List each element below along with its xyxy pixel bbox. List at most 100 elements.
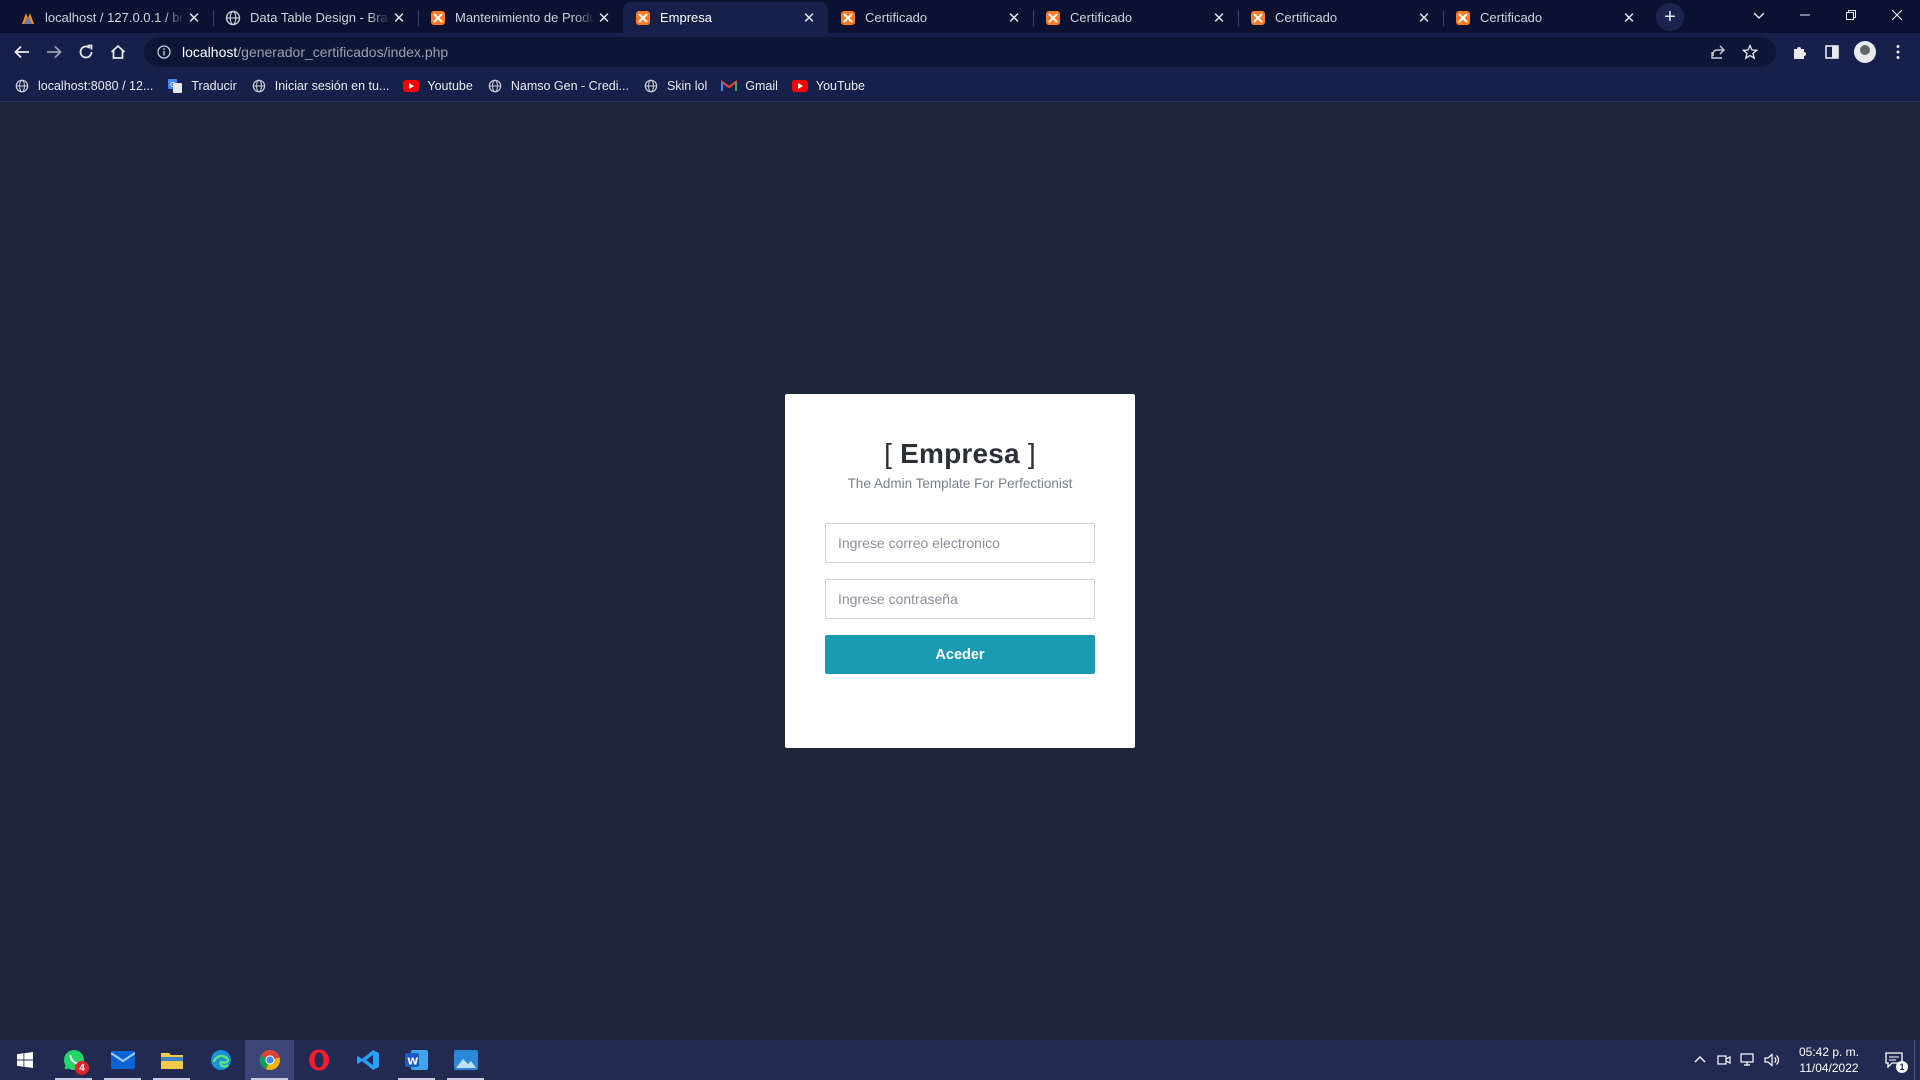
globe-icon: [643, 78, 659, 94]
xampp-icon: [1250, 10, 1266, 26]
minimize-button[interactable]: [1782, 0, 1828, 30]
bookmark-youtube[interactable]: Youtube: [401, 73, 480, 99]
xampp-icon: [430, 10, 446, 26]
taskbar-edge[interactable]: [196, 1040, 245, 1080]
page-content: [ Empresa ] The Admin Template For Perfe…: [0, 102, 1920, 1040]
close-icon[interactable]: ✕: [185, 9, 203, 27]
tab-title: Certificado: [865, 10, 928, 25]
brand-bracket-open: [: [884, 438, 893, 469]
start-button[interactable]: [0, 1040, 49, 1080]
bookmark-label: Iniciar sesión en tu...: [274, 79, 390, 93]
tab-certificado[interactable]: Certificado ✕: [828, 2, 1033, 33]
clock-date: 11/04/2022: [1799, 1061, 1859, 1075]
tray-volume-button[interactable]: [1760, 1040, 1784, 1080]
tray-network-button[interactable]: [1736, 1040, 1760, 1080]
bookmark-star-button[interactable]: [1734, 36, 1766, 68]
share-button[interactable]: [1702, 36, 1734, 68]
bookmark-label: Gmail: [745, 79, 778, 93]
xampp-icon: [1045, 10, 1061, 26]
taskbar-whatsapp[interactable]: 4: [49, 1040, 98, 1080]
reload-icon: [79, 44, 93, 59]
tray-clock[interactable]: 05:42 p. m. 11/04/2022: [1790, 1044, 1868, 1076]
taskbar-mail[interactable]: [98, 1040, 147, 1080]
bookmark-iniciar-sesion[interactable]: Iniciar sesión en tu...: [249, 73, 398, 99]
tab-strip: localhost / 127.0.0.1 / bray ✕ Data Tabl…: [0, 0, 1920, 33]
address-bar[interactable]: localhost/generador_certificados/index.p…: [144, 37, 1776, 67]
brand-title: [ Empresa ]: [825, 438, 1095, 470]
profile-avatar[interactable]: [1854, 41, 1876, 63]
new-tab-button[interactable]: +: [1656, 3, 1684, 31]
taskbar-photos[interactable]: [441, 1040, 490, 1080]
back-button[interactable]: [6, 36, 38, 68]
show-desktop-button[interactable]: [1914, 1040, 1920, 1080]
xampp-icon: [1455, 10, 1471, 26]
tab-phpmyadmin[interactable]: localhost / 127.0.0.1 / bray ✕: [8, 2, 213, 33]
folder-icon: [160, 1053, 183, 1069]
login-card: [ Empresa ] The Admin Template For Perfe…: [785, 394, 1135, 748]
password-input[interactable]: [825, 579, 1095, 619]
xampp-icon: [635, 10, 651, 26]
close-window-button[interactable]: [1874, 0, 1920, 30]
close-icon[interactable]: ✕: [1620, 9, 1638, 27]
translate-icon: G: [167, 78, 183, 94]
bookmark-namso-gen[interactable]: Namso Gen - Credi...: [485, 73, 637, 99]
close-icon[interactable]: ✕: [595, 9, 613, 27]
tab-title: Certificado: [1480, 10, 1543, 25]
opera-icon: [308, 1049, 329, 1071]
info-icon[interactable]: [154, 42, 174, 62]
taskbar-vscode[interactable]: [343, 1040, 392, 1080]
bookmark-traducir[interactable]: G Traducir: [165, 73, 244, 99]
globe-icon: [14, 78, 30, 94]
url-path: /generador_certificados/index.php: [237, 44, 449, 60]
close-icon[interactable]: ✕: [800, 9, 818, 27]
chevron-down-icon: [1753, 12, 1765, 19]
close-icon[interactable]: ✕: [1005, 9, 1023, 27]
system-tray: 05:42 p. m. 11/04/2022 1: [1688, 1040, 1920, 1080]
bookmark-label: Traducir: [191, 79, 237, 93]
extensions-button[interactable]: [1784, 36, 1816, 68]
globe-icon: [487, 78, 503, 94]
reload-button[interactable]: [70, 36, 102, 68]
tab-empresa[interactable]: Empresa ✕: [623, 2, 828, 33]
tab-certificado[interactable]: Certificado ✕: [1238, 2, 1443, 33]
tab-title: Data Table Design - Bracke: [250, 10, 390, 25]
svg-text:G: G: [170, 81, 175, 89]
home-button[interactable]: [102, 36, 134, 68]
bookmark-gmail[interactable]: Gmail: [719, 73, 786, 99]
restore-button[interactable]: [1828, 0, 1874, 30]
email-input[interactable]: [825, 523, 1095, 563]
bookmark-youtube-2[interactable]: YouTube: [790, 73, 873, 99]
home-icon: [110, 44, 126, 59]
tab-certificado[interactable]: Certificado ✕: [1443, 2, 1648, 33]
tab-search-button[interactable]: [1736, 0, 1782, 30]
clock-time: 05:42 p. m.: [1798, 1045, 1860, 1059]
bookmark-skin-lol[interactable]: Skin lol: [641, 73, 715, 99]
arrow-left-icon: [14, 45, 29, 59]
bookmark-label: Skin lol: [666, 79, 708, 93]
menu-button[interactable]: [1882, 36, 1914, 68]
side-panel-button[interactable]: [1816, 36, 1848, 68]
bookmark-localhost[interactable]: localhost:8080 / 12...: [12, 73, 161, 99]
youtube-icon: [791, 78, 808, 94]
share-icon: [1711, 45, 1725, 59]
mail-icon: [110, 1051, 135, 1069]
forward-button[interactable]: [38, 36, 70, 68]
taskbar-word[interactable]: W: [392, 1040, 441, 1080]
tab-certificado[interactable]: Certificado ✕: [1033, 2, 1238, 33]
show-hidden-icons-button[interactable]: [1688, 1040, 1712, 1080]
svg-text:W: W: [407, 1057, 418, 1068]
taskbar-opera[interactable]: [294, 1040, 343, 1080]
close-icon[interactable]: ✕: [390, 9, 408, 27]
xampp-icon: [840, 10, 856, 26]
taskbar-chrome[interactable]: [245, 1040, 294, 1080]
tray-meet-button[interactable]: [1712, 1040, 1736, 1080]
close-icon[interactable]: ✕: [1210, 9, 1228, 27]
tab-data-table-design[interactable]: Data Table Design - Bracke ✕: [213, 2, 418, 33]
tab-title: Empresa: [660, 10, 713, 25]
action-center-button[interactable]: 1: [1874, 1040, 1914, 1080]
taskbar-file-explorer[interactable]: [147, 1040, 196, 1080]
close-icon[interactable]: ✕: [1415, 9, 1433, 27]
tab-mantenimiento[interactable]: Mantenimiento de Product ✕: [418, 2, 623, 33]
tab-title: Certificado: [1275, 10, 1338, 25]
login-submit-button[interactable]: Aceder: [825, 635, 1095, 674]
